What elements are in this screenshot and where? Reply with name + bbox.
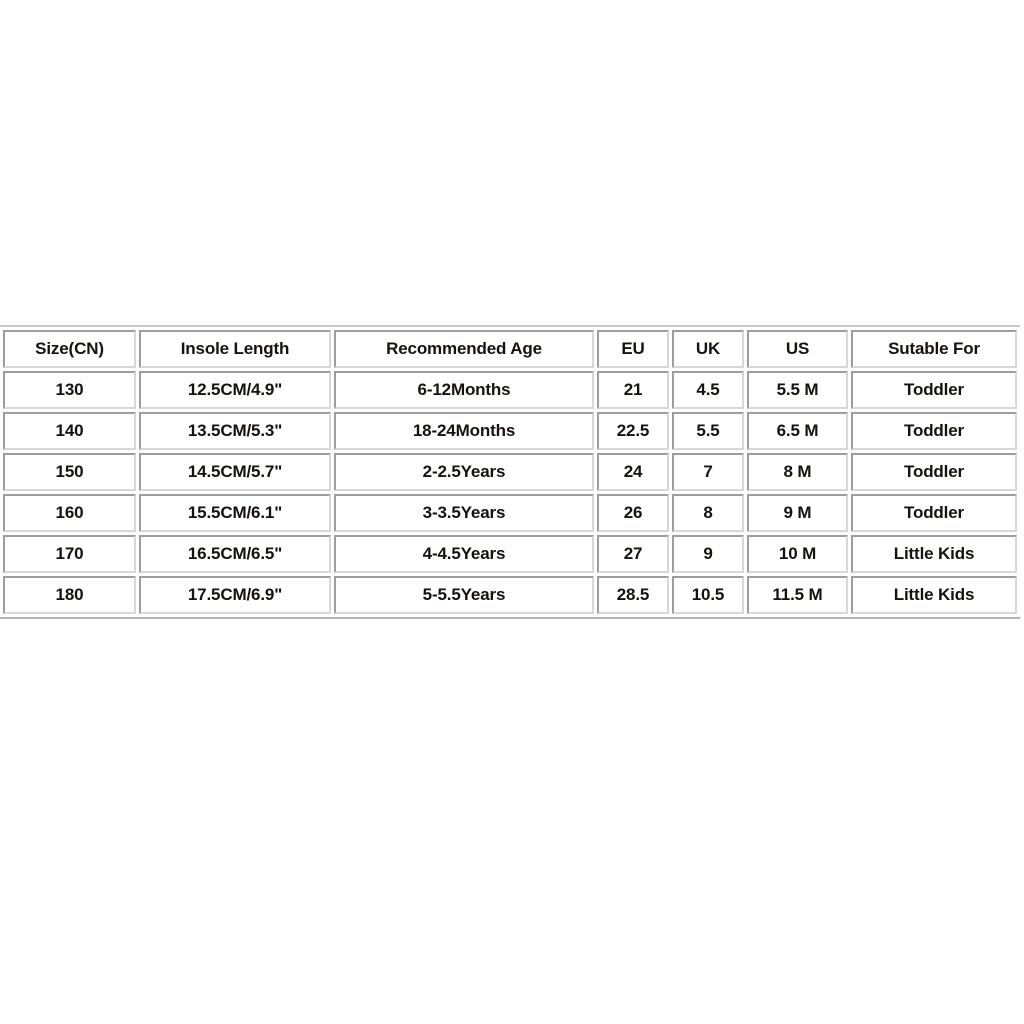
cell-eu: 26 bbox=[597, 494, 669, 532]
cell-recommended-age: 6-12Months bbox=[334, 371, 594, 409]
column-header-eu: EU bbox=[597, 330, 669, 368]
table-body: 130 12.5CM/4.9" 6-12Months 21 4.5 5.5 M … bbox=[3, 371, 1017, 614]
cell-recommended-age: 2-2.5Years bbox=[334, 453, 594, 491]
table-row: 180 17.5CM/6.9" 5-5.5Years 28.5 10.5 11.… bbox=[3, 576, 1017, 614]
cell-uk: 4.5 bbox=[672, 371, 744, 409]
size-chart-table: Size(CN) Insole Length Recommended Age E… bbox=[0, 325, 1020, 619]
cell-us: 8 M bbox=[747, 453, 848, 491]
cell-uk: 9 bbox=[672, 535, 744, 573]
cell-size-cn: 160 bbox=[3, 494, 136, 532]
table-header: Size(CN) Insole Length Recommended Age E… bbox=[3, 330, 1017, 368]
cell-eu: 22.5 bbox=[597, 412, 669, 450]
cell-size-cn: 170 bbox=[3, 535, 136, 573]
column-header-recommended-age: Recommended Age bbox=[334, 330, 594, 368]
cell-eu: 24 bbox=[597, 453, 669, 491]
size-chart-container: Size(CN) Insole Length Recommended Age E… bbox=[0, 325, 1020, 619]
cell-size-cn: 140 bbox=[3, 412, 136, 450]
cell-recommended-age: 5-5.5Years bbox=[334, 576, 594, 614]
table-row: 130 12.5CM/4.9" 6-12Months 21 4.5 5.5 M … bbox=[3, 371, 1017, 409]
column-header-size-cn: Size(CN) bbox=[3, 330, 136, 368]
cell-us: 9 M bbox=[747, 494, 848, 532]
cell-eu: 27 bbox=[597, 535, 669, 573]
table-row: 160 15.5CM/6.1" 3-3.5Years 26 8 9 M Todd… bbox=[3, 494, 1017, 532]
cell-uk: 7 bbox=[672, 453, 744, 491]
cell-us: 6.5 M bbox=[747, 412, 848, 450]
cell-uk: 5.5 bbox=[672, 412, 744, 450]
cell-insole-length: 17.5CM/6.9" bbox=[139, 576, 331, 614]
cell-suitable-for: Toddler bbox=[851, 453, 1017, 491]
cell-insole-length: 16.5CM/6.5" bbox=[139, 535, 331, 573]
cell-recommended-age: 3-3.5Years bbox=[334, 494, 594, 532]
cell-insole-length: 15.5CM/6.1" bbox=[139, 494, 331, 532]
cell-uk: 8 bbox=[672, 494, 744, 532]
cell-uk: 10.5 bbox=[672, 576, 744, 614]
cell-insole-length: 13.5CM/5.3" bbox=[139, 412, 331, 450]
cell-size-cn: 150 bbox=[3, 453, 136, 491]
cell-us: 11.5 M bbox=[747, 576, 848, 614]
cell-us: 10 M bbox=[747, 535, 848, 573]
cell-insole-length: 12.5CM/4.9" bbox=[139, 371, 331, 409]
column-header-insole-length: Insole Length bbox=[139, 330, 331, 368]
cell-recommended-age: 18-24Months bbox=[334, 412, 594, 450]
table-row: 150 14.5CM/5.7" 2-2.5Years 24 7 8 M Todd… bbox=[3, 453, 1017, 491]
cell-suitable-for: Toddler bbox=[851, 494, 1017, 532]
column-header-us: US bbox=[747, 330, 848, 368]
column-header-uk: UK bbox=[672, 330, 744, 368]
cell-suitable-for: Little Kids bbox=[851, 535, 1017, 573]
cell-suitable-for: Toddler bbox=[851, 412, 1017, 450]
cell-insole-length: 14.5CM/5.7" bbox=[139, 453, 331, 491]
table-row: 140 13.5CM/5.3" 18-24Months 22.5 5.5 6.5… bbox=[3, 412, 1017, 450]
column-header-suitable-for: Sutable For bbox=[851, 330, 1017, 368]
table-header-row: Size(CN) Insole Length Recommended Age E… bbox=[3, 330, 1017, 368]
cell-eu: 28.5 bbox=[597, 576, 669, 614]
cell-recommended-age: 4-4.5Years bbox=[334, 535, 594, 573]
table-row: 170 16.5CM/6.5" 4-4.5Years 27 9 10 M Lit… bbox=[3, 535, 1017, 573]
cell-us: 5.5 M bbox=[747, 371, 848, 409]
cell-size-cn: 180 bbox=[3, 576, 136, 614]
cell-eu: 21 bbox=[597, 371, 669, 409]
cell-suitable-for: Toddler bbox=[851, 371, 1017, 409]
cell-size-cn: 130 bbox=[3, 371, 136, 409]
cell-suitable-for: Little Kids bbox=[851, 576, 1017, 614]
